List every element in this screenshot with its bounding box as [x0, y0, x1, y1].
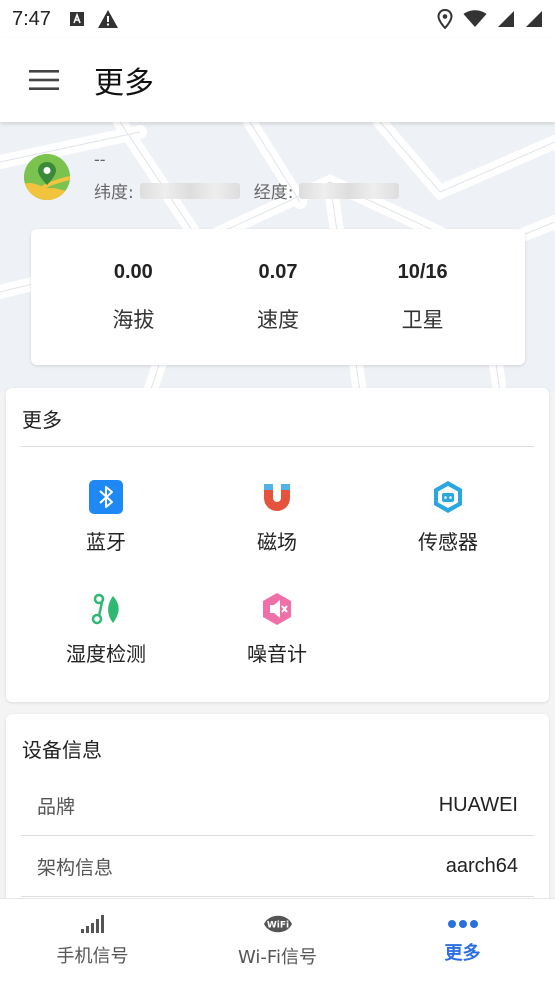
tool-label: 磁场 — [257, 530, 297, 554]
page-title: 更多 — [94, 66, 154, 101]
device-value: aarch64 — [445, 855, 518, 877]
longitude-value-redacted — [299, 182, 400, 199]
tool-humidity[interactable]: 湿度检测 — [36, 592, 176, 667]
stat-value: 0.07 — [258, 260, 298, 283]
warning-icon — [97, 10, 118, 28]
tool-noise-meter[interactable]: 噪音计 — [207, 592, 347, 667]
stat-value: 0.00 — [113, 260, 153, 283]
menu-icon — [29, 70, 59, 90]
stat-label: 卫星 — [401, 307, 444, 332]
wifi-badge-icon: WiFi — [263, 915, 292, 932]
device-value: HUAWEI — [438, 794, 518, 816]
nav-cell-signal[interactable]: 手机信号 — [0, 899, 185, 982]
map-pin-icon — [24, 153, 70, 200]
nav-label: 更多 — [444, 942, 481, 964]
wifi-icon — [463, 10, 487, 27]
status-time: 7:47 — [12, 7, 51, 30]
stat-satellites: 10/16 卫星 — [373, 229, 473, 365]
menu-button[interactable] — [24, 60, 64, 100]
location-icon — [437, 9, 453, 29]
a-box-icon — [69, 12, 84, 26]
status-bar: 7:47 — [0, 0, 555, 38]
coordinates: 纬度: 经度: — [94, 178, 400, 203]
stat-speed: 0.07 速度 — [228, 229, 328, 365]
tool-label: 湿度检测 — [66, 642, 146, 666]
location-name: -- — [94, 150, 106, 169]
stat-label: 速度 — [256, 307, 299, 332]
svg-text:WiFi: WiFi — [266, 920, 288, 930]
sensor-icon — [434, 481, 462, 513]
device-key: 架构信息 — [37, 857, 114, 879]
nav-label: 手机信号 — [56, 945, 129, 967]
more-dots-icon — [447, 919, 478, 928]
device-info-title: 设备信息 — [22, 738, 102, 762]
stats-card: 0.00 海拔 0.07 速度 10/16 卫星 — [31, 229, 525, 365]
stat-value: 10/16 — [397, 260, 448, 283]
tool-magnet[interactable]: 磁场 — [207, 480, 347, 555]
cell-signal-icon — [80, 914, 104, 933]
location-row: -- 纬度: 经度: — [24, 150, 400, 203]
nav-more[interactable]: 更多 — [370, 899, 555, 982]
latitude-label: 纬度: — [94, 183, 134, 203]
magnet-icon — [264, 484, 290, 511]
tool-label: 蓝牙 — [86, 530, 126, 554]
tool-label: 噪音计 — [247, 642, 307, 666]
app-bar: 更多 — [0, 38, 555, 122]
device-row-brand: 品牌 HUAWEI — [21, 776, 534, 836]
device-info-card: 设备信息 品牌 HUAWEI 架构信息 aarch64 — [6, 714, 549, 904]
bluetooth-icon — [89, 480, 123, 514]
more-section-title: 更多 — [22, 408, 62, 432]
device-row-arch: 架构信息 aarch64 — [21, 837, 534, 897]
nav-label: Wi-Fi信号 — [238, 946, 317, 968]
tool-label: 传感器 — [418, 530, 478, 554]
map-pin-avatar — [24, 153, 70, 200]
more-tools-card: 更多 蓝牙 磁场 传感器 湿度检测 噪音计 — [6, 388, 549, 702]
stat-label: 海拔 — [112, 307, 155, 332]
humidity-icon — [91, 593, 119, 625]
tool-sensor[interactable]: 传感器 — [378, 480, 518, 555]
divider — [21, 446, 534, 447]
signal-icon — [526, 11, 542, 27]
signal-icon — [498, 11, 514, 27]
latitude-value-redacted — [139, 182, 240, 199]
bottom-nav: 手机信号 WiFi Wi-Fi信号 更多 — [0, 898, 555, 982]
tool-bluetooth[interactable]: 蓝牙 — [36, 480, 176, 555]
device-key: 品牌 — [37, 796, 76, 818]
longitude-label: 经度: — [253, 183, 294, 203]
noise-icon — [263, 593, 291, 625]
nav-wifi-signal[interactable]: WiFi Wi-Fi信号 — [185, 899, 370, 982]
stat-altitude: 0.00 海拔 — [83, 229, 183, 365]
